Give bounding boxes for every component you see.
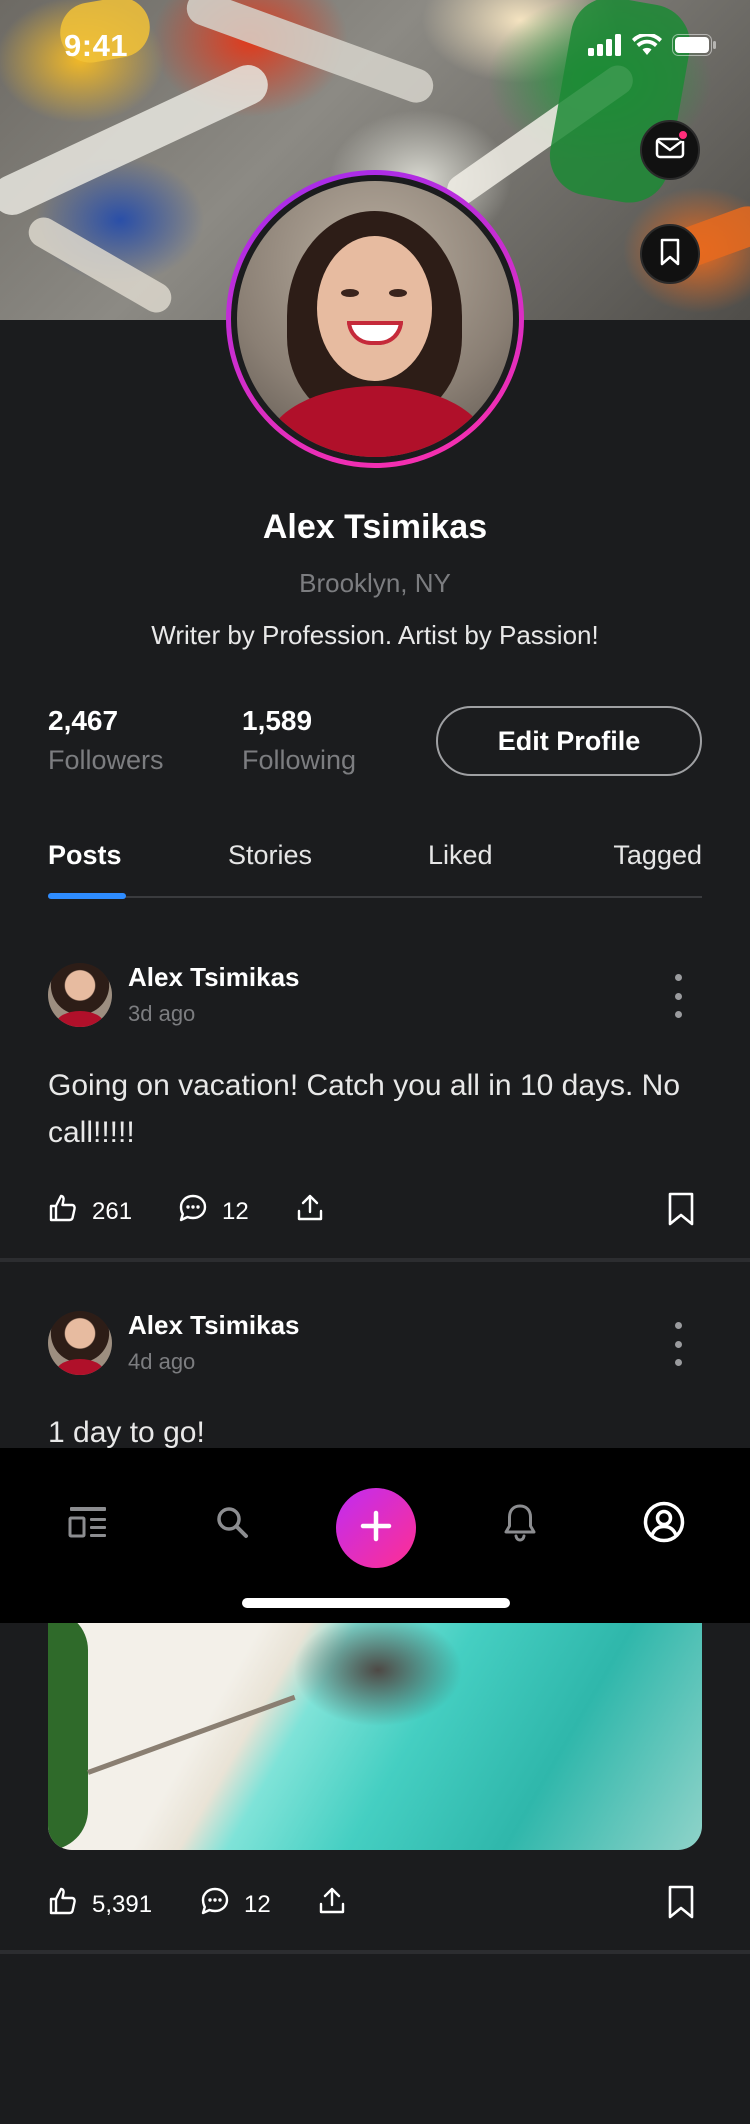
following-stat[interactable]: 1,589 Following [242, 705, 356, 776]
share-button[interactable] [296, 1193, 324, 1230]
messages-button[interactable] [640, 120, 700, 180]
saved-button[interactable] [640, 224, 700, 284]
save-post-button[interactable] [666, 1192, 696, 1233]
thumbs-up-icon [48, 1193, 78, 1230]
profile-location: Brooklyn, NY [299, 568, 451, 598]
comment-count: 12 [244, 1890, 271, 1918]
comment-icon [200, 1886, 230, 1923]
battery-icon [672, 34, 716, 61]
comment-count: 12 [222, 1197, 249, 1225]
home-indicator[interactable] [242, 1598, 510, 1608]
tab-tagged[interactable]: Tagged [613, 840, 702, 871]
followers-label: Followers [48, 745, 164, 775]
share-button[interactable] [318, 1886, 346, 1923]
post-text: Going on vacation! Catch you all in 10 d… [48, 1069, 681, 1149]
followers-stat[interactable]: 2,467 Followers [48, 705, 164, 776]
bookmark-icon [659, 238, 681, 271]
followers-count: 2,467 [48, 705, 119, 736]
plus-icon [359, 1509, 393, 1548]
comment-icon [178, 1193, 208, 1230]
like-count: 5,391 [92, 1890, 153, 1918]
following-count: 1,589 [242, 705, 313, 736]
profile-name: Alex Tsimikas [262, 508, 488, 546]
post-timestamp: 3d ago [128, 1001, 196, 1026]
like-count: 261 [92, 1197, 133, 1225]
comment-button[interactable]: 12 [178, 1193, 249, 1230]
add-post-button[interactable] [336, 1488, 416, 1568]
share-icon [318, 1886, 346, 1923]
edit-profile-button[interactable]: Edit Profile [436, 706, 702, 776]
active-tab-indicator [48, 893, 126, 899]
tab-posts[interactable]: Posts [48, 840, 122, 871]
save-post-button[interactable] [666, 1885, 696, 1926]
feed-icon [68, 1505, 108, 1544]
profile-avatar[interactable] [226, 170, 524, 468]
post-author-name[interactable]: Alex Tsimikas [128, 1310, 300, 1341]
post-author-avatar[interactable] [48, 963, 112, 1027]
nav-search[interactable] [202, 1494, 262, 1554]
wifi-icon [632, 32, 662, 61]
like-button[interactable]: 261 [48, 1193, 132, 1230]
post-author-avatar[interactable] [48, 1311, 112, 1375]
notification-dot [677, 129, 689, 141]
thumbs-up-icon [48, 1886, 78, 1923]
post-author-name[interactable]: Alex Tsimikas [128, 962, 300, 993]
profile-icon [643, 1501, 685, 1548]
bookmark-icon [666, 1885, 696, 1926]
cellular-signal-icon [588, 34, 622, 61]
nav-feed[interactable] [58, 1494, 118, 1554]
post-more-options-icon[interactable] [668, 974, 688, 1018]
share-icon [296, 1193, 324, 1230]
tab-stories[interactable]: Stories [228, 840, 312, 871]
following-label: Following [242, 745, 357, 775]
status-bar: 9:41 [0, 0, 750, 90]
comment-button[interactable]: 12 [200, 1886, 271, 1923]
post-divider [0, 1950, 750, 1954]
post-photo[interactable] [48, 1610, 702, 1850]
nav-profile[interactable] [634, 1494, 694, 1554]
profile-bio: Writer by Profession. Artist by Passion! [151, 620, 599, 650]
like-button[interactable]: 5,391 [48, 1886, 152, 1923]
status-icons [588, 32, 716, 61]
search-icon [214, 1504, 250, 1545]
nav-notifications[interactable] [490, 1494, 550, 1554]
tab-liked[interactable]: Liked [428, 840, 493, 871]
bottom-navigation [0, 1448, 750, 1623]
post-timestamp: 4d ago [128, 1349, 196, 1374]
post-more-options-icon[interactable] [668, 1322, 688, 1366]
profile-tabs: Posts Stories Liked Tagged [48, 840, 702, 899]
bell-icon [502, 1502, 538, 1547]
post-divider [0, 1258, 750, 1262]
avatar-photo [237, 181, 513, 457]
bookmark-icon [666, 1192, 696, 1233]
status-time: 9:41 [64, 28, 129, 63]
